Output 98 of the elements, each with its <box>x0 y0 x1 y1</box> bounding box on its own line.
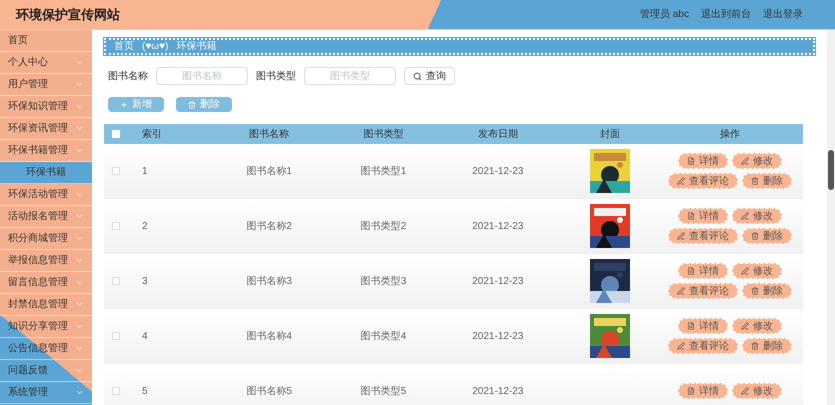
column-header: 发布日期 <box>476 128 519 142</box>
table-cell-text: 图书类型1 <box>360 164 408 178</box>
table-cell-text: 图书名称2 <box>245 220 293 234</box>
table-cell-text: 图书类型5 <box>360 384 408 398</box>
action-button[interactable]: 删除 <box>742 173 792 189</box>
table-cell-text: 2021-12-23 <box>471 330 524 344</box>
column-header: 图书类型 <box>362 128 404 142</box>
checkbox[interactable] <box>112 130 120 138</box>
action-button[interactable]: 删除 <box>742 228 792 244</box>
column-header: 封面 <box>599 128 621 142</box>
table-cell-text: 图书类型2 <box>360 220 408 234</box>
sidebar-item[interactable]: 个人中心 <box>0 52 92 74</box>
table-cell-text: 2021-12-23 <box>471 220 524 234</box>
table-cell-text: 图书名称1 <box>245 164 293 178</box>
breadcrumb-item: (♥ω♥) <box>142 40 168 54</box>
header-link[interactable]: 退出到前台 <box>701 7 751 22</box>
column-header: 图书名称 <box>248 128 290 142</box>
breadcrumb-item: 环保书籍 <box>176 40 216 54</box>
pen-icon <box>741 267 749 275</box>
search-button[interactable]: 查询 <box>404 67 455 85</box>
table-cell-text: 图书类型3 <box>360 274 408 288</box>
pen-icon <box>741 212 749 220</box>
action-button[interactable]: 修改 <box>732 208 782 224</box>
search-field[interactable]: 图书类型 <box>304 67 396 85</box>
action-button[interactable]: 详情 <box>678 263 728 279</box>
sidebar-item[interactable]: 活动报名管理 <box>0 206 92 228</box>
checkbox[interactable] <box>112 167 120 175</box>
table-cell-text: 1 <box>142 164 149 178</box>
action-button[interactable]: 删除 <box>742 283 792 299</box>
field-label: 图书类型 <box>256 70 296 84</box>
document-icon <box>687 157 695 165</box>
action-button[interactable]: 修改 <box>732 318 782 334</box>
document-icon <box>687 387 695 395</box>
checkbox[interactable] <box>112 277 120 285</box>
trash-icon <box>751 177 759 185</box>
trash-icon <box>751 342 759 350</box>
sidebar-item[interactable]: 环保资讯管理 <box>0 118 92 140</box>
trash-icon <box>751 232 759 240</box>
pen-icon <box>741 157 749 165</box>
pen-icon <box>677 342 685 350</box>
sidebar-item[interactable]: 问题反馈 <box>0 360 92 382</box>
pen-icon <box>741 322 749 330</box>
action-button[interactable]: 查看评论 <box>668 338 738 354</box>
table-cell-text: 2 <box>142 220 149 234</box>
column-header: 操作 <box>719 128 741 142</box>
trash-icon <box>751 287 759 295</box>
search-icon <box>413 72 422 80</box>
table-cell-text: 图书名称3 <box>245 274 293 288</box>
trash-icon <box>188 100 196 108</box>
field-label: 图书名称 <box>108 70 148 84</box>
checkbox[interactable] <box>112 332 120 340</box>
table-cell-text: 2021-12-23 <box>471 384 524 398</box>
table-cell-text: 3 <box>142 274 149 288</box>
action-button[interactable]: 详情 <box>678 383 728 399</box>
sidebar-item[interactable]: 封禁信息管理 <box>0 294 92 316</box>
table-cell-text: 5 <box>142 384 149 398</box>
action-button[interactable]: 查看评论 <box>668 228 738 244</box>
table-cell-text: 4 <box>142 330 149 344</box>
sidebar-item[interactable]: 环保知识管理 <box>0 96 92 118</box>
table-cell-text: 图书类型4 <box>360 330 408 344</box>
action-button[interactable]: 修改 <box>732 153 782 169</box>
checkbox[interactable] <box>112 222 120 230</box>
sidebar-subitem[interactable]: 环保书籍 <box>0 162 92 184</box>
action-button[interactable]: 修改 <box>732 383 782 399</box>
table-cell-text: 图书名称4 <box>245 330 293 344</box>
header-link[interactable]: 退出登录 <box>763 7 803 22</box>
document-icon <box>687 212 695 220</box>
document-icon <box>687 267 695 275</box>
scrollbar-thumb[interactable] <box>828 150 834 190</box>
sidebar-item[interactable]: 积分商城管理 <box>0 228 92 250</box>
breadcrumb-item[interactable]: 首页 <box>114 39 134 54</box>
sidebar-item[interactable]: 用户管理 <box>0 74 92 96</box>
sidebar-item[interactable]: 举报信息管理 <box>0 250 92 272</box>
search-field[interactable]: 图书名称 <box>156 67 248 85</box>
sidebar-item[interactable]: 首页 <box>0 30 92 52</box>
pen-icon <box>741 387 749 395</box>
sidebar-item[interactable]: 留言信息管理 <box>0 272 92 294</box>
pen-icon <box>677 287 685 295</box>
action-button[interactable]: 查看评论 <box>668 283 738 299</box>
pen-icon <box>677 232 685 240</box>
checkbox[interactable] <box>112 387 120 395</box>
action-button[interactable]: 查看评论 <box>668 173 738 189</box>
sidebar-item[interactable]: 环保活动管理 <box>0 184 92 206</box>
plus-icon <box>120 100 128 108</box>
table-cell-text: 图书名称5 <box>245 384 293 398</box>
site-title: 环境保护宣传网站 <box>16 6 120 24</box>
table-cell-text: 2021-12-23 <box>471 164 524 178</box>
column-header: 索引 <box>142 128 163 142</box>
table-cell-text: 2021-12-23 <box>471 274 524 288</box>
pen-icon <box>677 177 685 185</box>
action-button[interactable]: 修改 <box>732 263 782 279</box>
action-button[interactable]: 详情 <box>678 318 728 334</box>
action-button[interactable]: 详情 <box>678 208 728 224</box>
sidebar-item[interactable]: 系统管理 <box>0 382 92 404</box>
action-button[interactable]: 详情 <box>678 153 728 169</box>
action-button[interactable]: 删除 <box>742 338 792 354</box>
document-icon <box>687 322 695 330</box>
user-label: 管理员 abc <box>640 8 689 22</box>
